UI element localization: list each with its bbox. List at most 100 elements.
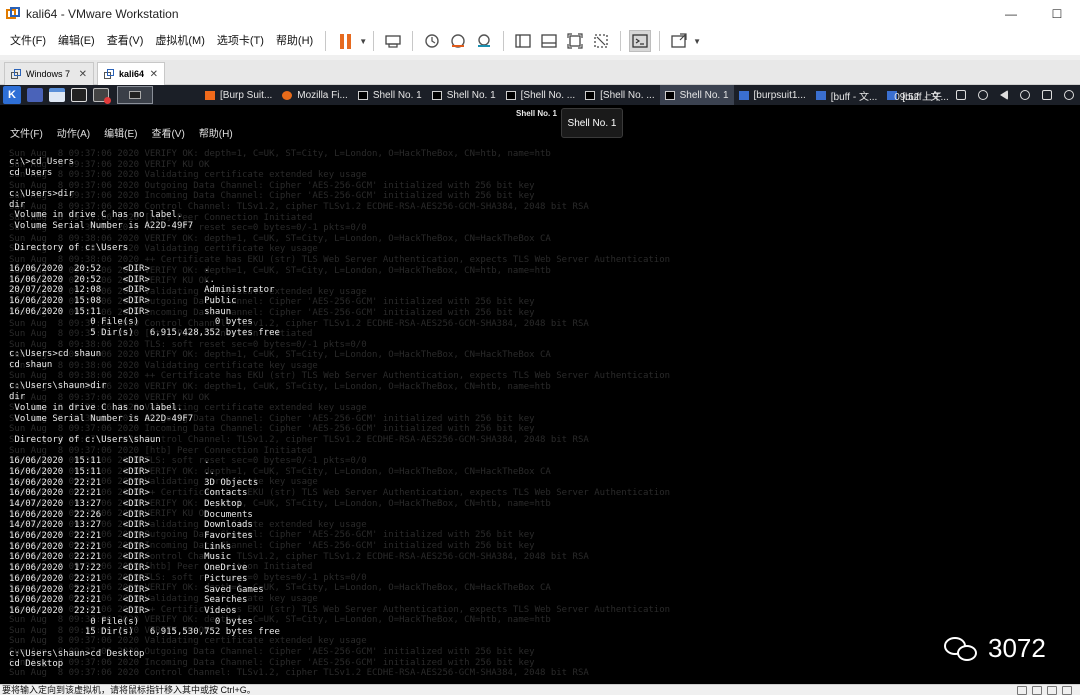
revert-snapshot-button[interactable]: [447, 30, 469, 52]
terminal-line: 16/06/2020 22:21 <DIR> Searches: [9, 595, 248, 606]
maximize-button[interactable]: ☐: [1034, 0, 1080, 27]
window-title: kali64 - VMware Workstation: [26, 6, 179, 21]
notification-bell-icon[interactable]: [1020, 90, 1030, 100]
terminal-line: Volume in drive C has no label.: [9, 402, 183, 413]
menu-help[interactable]: 帮助(H): [270, 30, 319, 52]
kali-menu-icon[interactable]: K: [3, 86, 21, 104]
task-burpsuite-folder[interactable]: [burpsuit1...: [734, 85, 811, 105]
terminal-output[interactable]: c:\>cd Users cd Users c:\Users>dir dir Volu…: [9, 157, 1069, 670]
tab-windows-7[interactable]: Windows 7 ✕: [4, 62, 94, 85]
task-shell-2[interactable]: Shell No. 1: [427, 85, 501, 105]
show-library-button[interactable]: [512, 30, 534, 52]
task-label: [Shell No. ...: [520, 89, 576, 101]
clock[interactable]: 09:52 上午: [894, 88, 942, 103]
terminal-line: 16/06/2020 22:21 <DIR> Favorites: [9, 531, 253, 542]
full-screen-icon: [567, 33, 583, 49]
network-icon[interactable]: [978, 90, 988, 100]
app-launcher-icon[interactable]: [93, 88, 111, 104]
menu-edit[interactable]: 编辑(E): [52, 30, 101, 52]
terminal-menu-file[interactable]: 文件(F): [10, 125, 43, 141]
status-device-icons: [1012, 686, 1072, 695]
menu-view[interactable]: 查看(V): [101, 30, 150, 52]
task-burp[interactable]: [Burp Suit...: [200, 85, 277, 105]
snapshot-button[interactable]: [421, 30, 443, 52]
chevron-down-icon[interactable]: ▼: [693, 37, 701, 46]
menu-file[interactable]: 文件(F): [4, 30, 52, 52]
hard-disk-icon[interactable]: [1017, 686, 1027, 695]
burp-icon: [205, 90, 215, 100]
toolbar-separator: [659, 31, 661, 51]
volume-icon[interactable]: [1000, 90, 1008, 100]
task-shell-active[interactable]: Shell No. 1: [659, 85, 734, 105]
terminal-line: cd Desktop: [9, 659, 64, 670]
toolbar-separator: [373, 31, 375, 51]
task-shell-1[interactable]: Shell No. 1: [353, 85, 427, 105]
console-view-button[interactable]: [629, 30, 652, 52]
terminal-menu-help[interactable]: 帮助(H): [199, 125, 233, 141]
wechat-logo-icon: [944, 634, 982, 664]
network-adapter-icon[interactable]: [1047, 686, 1057, 695]
vm-tab-bar: Windows 7 ✕ kali64 ✕: [0, 60, 1080, 85]
unity-button[interactable]: [590, 30, 612, 52]
task-buff-folder-1[interactable]: [buff - 文...: [811, 85, 883, 105]
terminal-line: 16/06/2020 15:08 <DIR> Public: [9, 295, 237, 306]
show-thumbnail-bar-button[interactable]: [538, 30, 560, 52]
terminal-icon: [357, 90, 368, 100]
pause-button[interactable]: [334, 30, 356, 52]
vm-icon: [11, 68, 22, 80]
cd-drive-icon[interactable]: [1032, 686, 1042, 695]
terminal-line: 16/06/2020 20:52 <DIR> .: [9, 263, 210, 274]
snapshot-manager-button[interactable]: [473, 30, 495, 52]
terminal-line: 16/06/2020 17:22 <DIR> OneDrive: [9, 563, 248, 574]
workspace-switcher[interactable]: [117, 86, 153, 104]
firefox-icon: [282, 90, 293, 100]
revert-icon: [451, 34, 465, 48]
terminal-icon: [505, 90, 516, 100]
minimize-button[interactable]: —: [988, 0, 1034, 27]
task-shell-3[interactable]: [Shell No. ...: [501, 85, 580, 105]
task-label: [buff - 文...: [830, 91, 878, 103]
task-firefox[interactable]: Mozilla Fi...: [277, 85, 353, 105]
full-screen-button[interactable]: [564, 30, 586, 52]
file-manager-icon[interactable]: [49, 88, 65, 102]
terminal-launcher-icon[interactable]: [71, 88, 87, 102]
terminal-line: 16/06/2020 15:11 <DIR> shaun: [9, 306, 232, 317]
send-ctrl-alt-del-button[interactable]: [382, 30, 404, 52]
close-icon[interactable]: ✕: [150, 69, 158, 80]
terminal-line: 16/06/2020 22:21 <DIR> Music: [9, 552, 232, 563]
display-icon[interactable]: [1062, 686, 1072, 695]
terminal-icon: [632, 34, 648, 48]
system-tray: 09:52 上午: [894, 85, 1080, 105]
lock-icon[interactable]: [1042, 90, 1052, 100]
task-label: Mozilla Fi...: [297, 89, 348, 101]
terminal-line: Volume Serial Number is A22D-49F7: [9, 221, 194, 232]
task-shell-4[interactable]: [Shell No. ...: [580, 85, 659, 105]
terminal-line: dir: [9, 199, 26, 210]
stretch-guest-button[interactable]: [668, 30, 690, 52]
status-bar: 要将输入定向到该虚拟机，请将鼠标指针移入其中或按 Ctrl+G。: [0, 684, 1080, 695]
tab-kali64[interactable]: kali64 ✕: [97, 62, 165, 85]
watermark-text: 3072: [988, 633, 1046, 663]
terminal-line: 16/06/2020 22:21 <DIR> Contacts: [9, 488, 248, 499]
display-icon[interactable]: [956, 90, 966, 100]
workspace-icon[interactable]: [27, 88, 43, 102]
task-label: [Burp Suit...: [220, 89, 273, 101]
close-icon[interactable]: ✕: [79, 69, 87, 80]
terminal-icon: [664, 90, 675, 100]
terminal-menu-edit[interactable]: 编辑(E): [104, 125, 137, 141]
menu-vm[interactable]: 虚拟机(M): [149, 30, 211, 52]
terminal-menu-view[interactable]: 查看(V): [151, 125, 184, 141]
terminal-menu-actions[interactable]: 动作(A): [57, 125, 90, 141]
terminal-line: Directory of c:\Users\shaun: [9, 434, 161, 445]
power-icon[interactable]: [1064, 90, 1074, 100]
terminal-line: 0 File(s) 0 bytes: [9, 616, 253, 627]
window-title-bar: kali64 - VMware Workstation — ☐: [0, 0, 1080, 27]
vmware-logo-icon: [6, 6, 20, 21]
menu-tabs[interactable]: 选项卡(T): [211, 30, 270, 52]
guest-display[interactable]: K [Burp Suit... Mozilla Fi... Shell No. …: [0, 85, 1080, 684]
window-controls: — ☐: [988, 0, 1080, 27]
chevron-down-icon[interactable]: ▼: [359, 37, 367, 46]
